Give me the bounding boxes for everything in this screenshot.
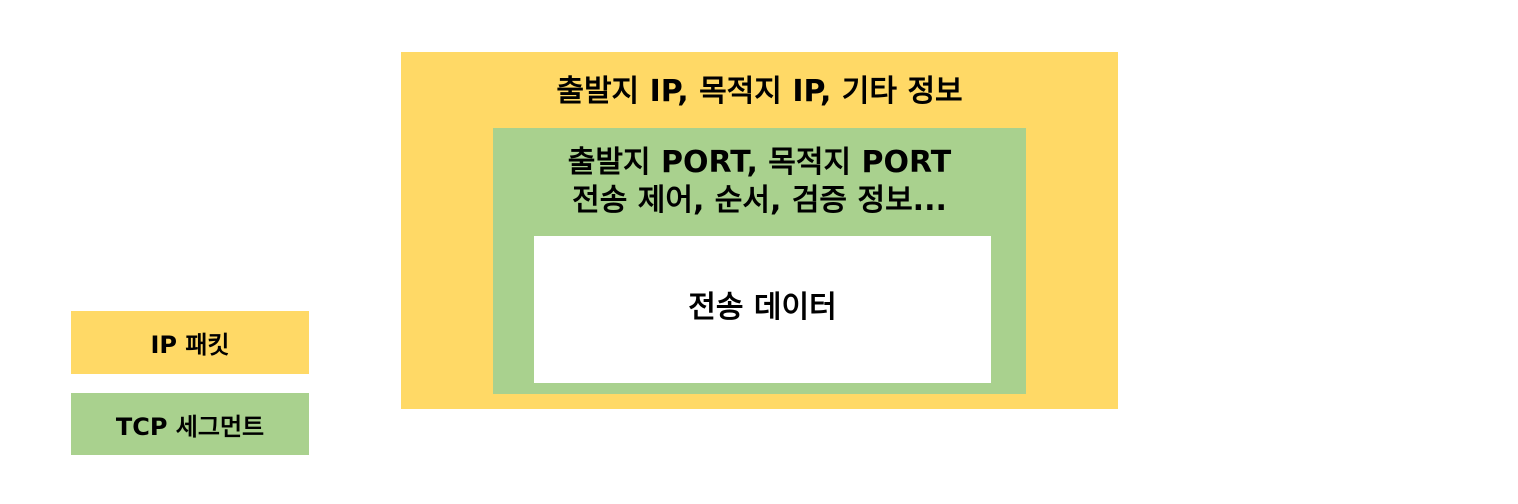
- payload-label: 전송 데이터: [688, 290, 837, 325]
- ip-packet-box: 출발지 IP, 목적지 IP, 기타 정보 출발지 PORT, 목적지 PORT…: [401, 52, 1118, 409]
- legend-ip-packet: IP 패킷: [71, 311, 309, 374]
- legend-tcp-segment: TCP 세그먼트: [71, 393, 309, 455]
- tcp-segment-box: 출발지 PORT, 목적지 PORT 전송 제어, 순서, 검증 정보... 전…: [493, 128, 1026, 394]
- payload-box: 전송 데이터: [534, 236, 991, 383]
- tcp-header-line1: 출발지 PORT, 목적지 PORT: [567, 145, 952, 180]
- ip-header-label: 출발지 IP, 목적지 IP, 기타 정보: [556, 74, 963, 109]
- tcp-header-line2: 전송 제어, 순서, 검증 정보...: [572, 183, 947, 218]
- tcp-header-label: 출발지 PORT, 목적지 PORT 전송 제어, 순서, 검증 정보...: [493, 144, 1026, 220]
